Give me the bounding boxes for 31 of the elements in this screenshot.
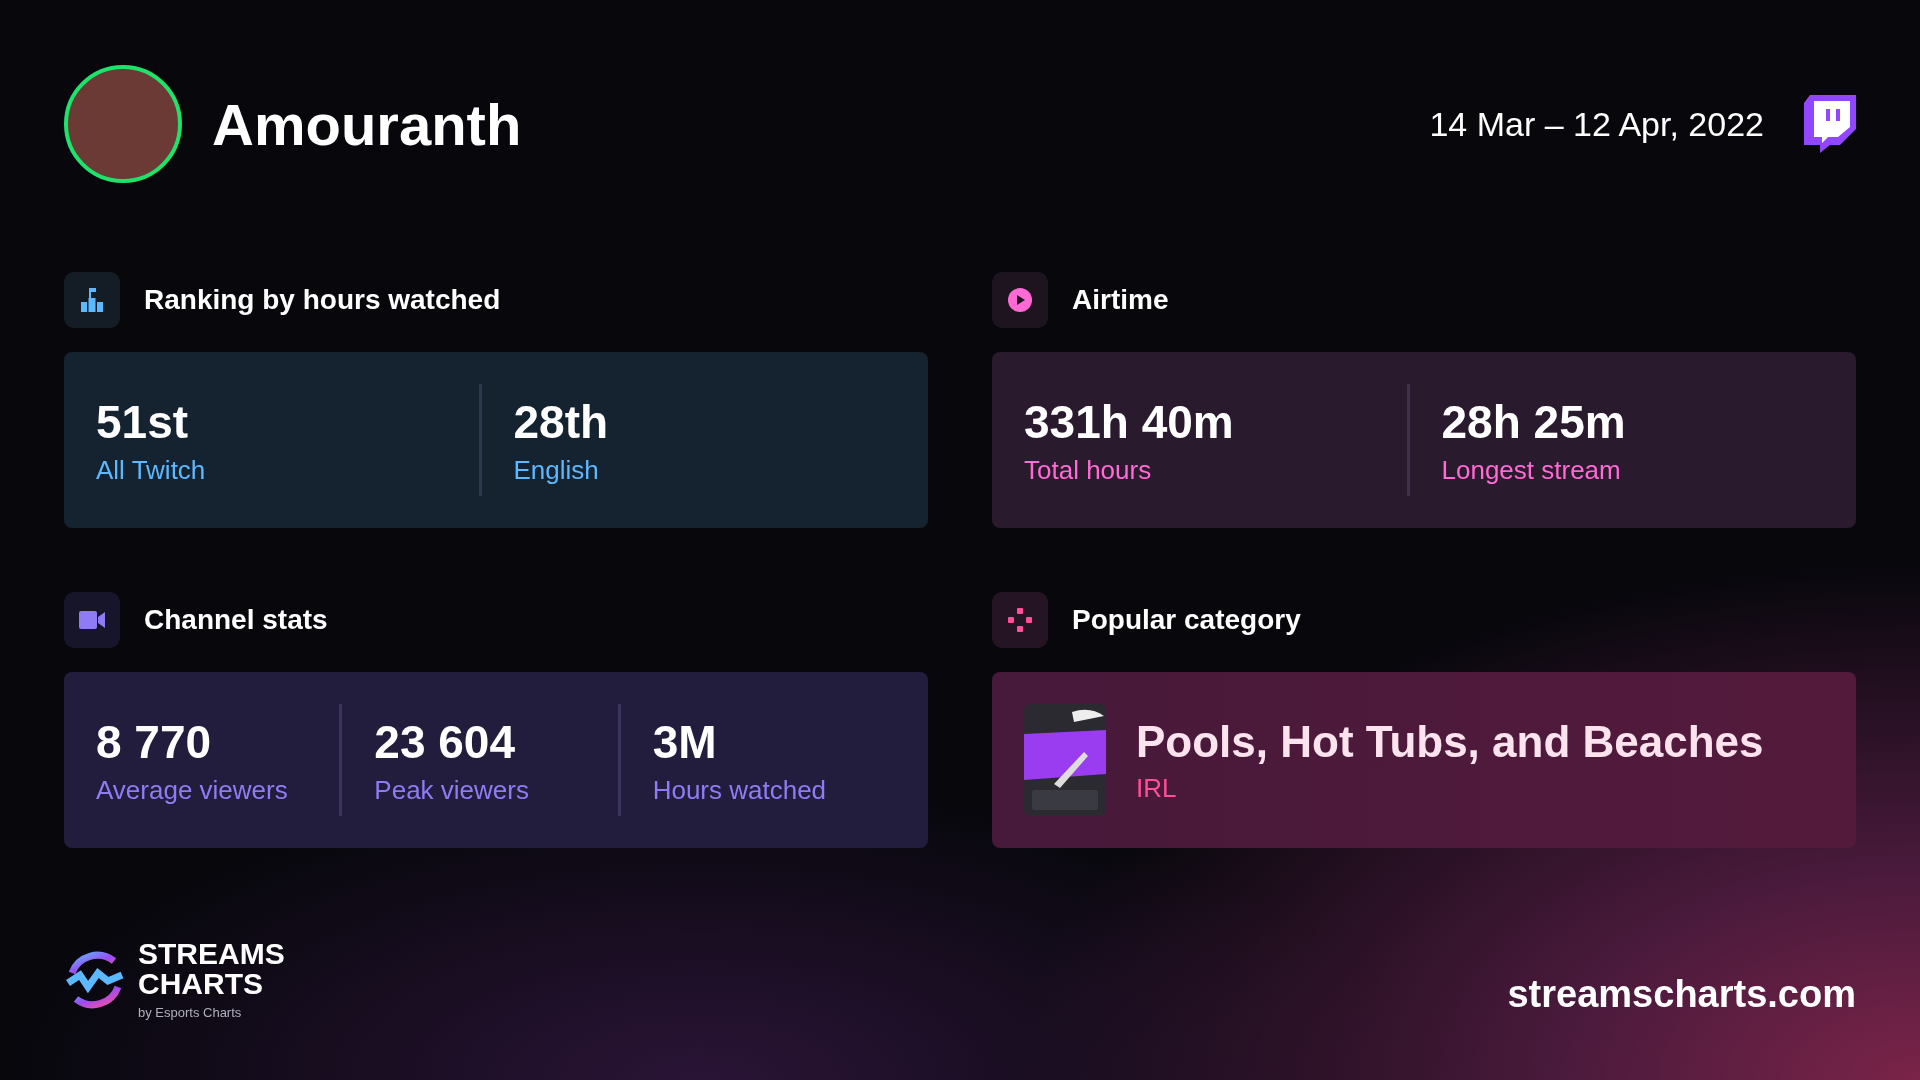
logo-tagline: by Esports Charts — [138, 1005, 243, 1020]
video-camera-icon — [79, 611, 105, 629]
stat-value: 51st — [96, 394, 190, 449]
stat-label: Average viewers — [96, 774, 289, 806]
stat-value: 8 770 — [96, 714, 213, 769]
speech-bubble-logo-icon — [1804, 95, 1856, 153]
play-icon — [1008, 288, 1032, 312]
cross-icon — [1008, 608, 1032, 632]
stat-value: 3M — [652, 714, 718, 769]
section-title: Popular category — [1072, 604, 1301, 636]
section-title: Airtime — [1072, 284, 1169, 316]
stat-value: 28h 25m — [1441, 394, 1627, 449]
podium-icon — [81, 288, 103, 312]
stat-value: 28th — [513, 394, 610, 449]
section-title: Channel stats — [144, 604, 328, 636]
streamer-name: Amouranth — [212, 90, 523, 158]
stat-label: English — [513, 454, 600, 486]
stat-value: 331h 40m — [1024, 394, 1235, 449]
stat-label: Total hours — [1024, 454, 1153, 486]
stat-value: 23 604 — [374, 714, 517, 769]
stat-label: All Twitch — [96, 454, 207, 486]
website-url: streamscharts.com — [1507, 973, 1856, 1016]
date-range: 14 Mar – 12 Apr, 2022 — [1429, 104, 1764, 144]
section-title: Ranking by hours watched — [144, 284, 501, 316]
category-genre: IRL — [1136, 772, 1178, 804]
logo-wordmark: CHARTS — [138, 969, 264, 999]
logo-wordmark: STREAMS — [138, 939, 285, 969]
category-name: Pools, Hot Tubs, and Beaches — [1136, 716, 1764, 767]
stat-label: Hours watched — [652, 774, 828, 806]
stat-label: Peak viewers — [374, 774, 530, 806]
stat-label: Longest stream — [1441, 454, 1622, 486]
